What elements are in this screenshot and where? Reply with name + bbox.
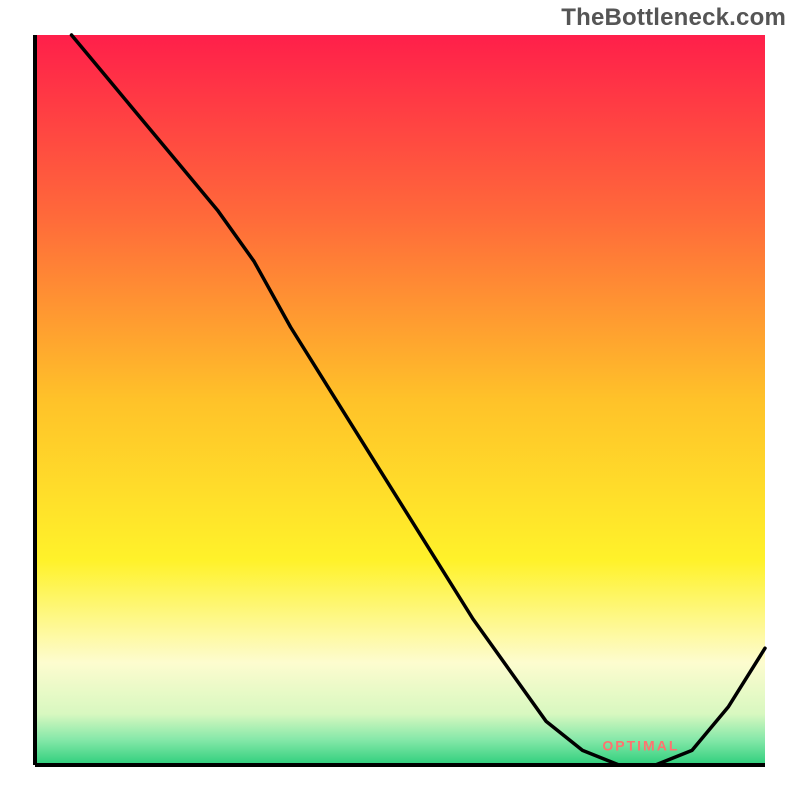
chart-figure: TheBottleneck.com OPTIMAL [0,0,800,800]
optimal-label: OPTIMAL [602,737,679,753]
plot-background [35,35,765,765]
bottleneck-chart: OPTIMAL [0,0,800,800]
